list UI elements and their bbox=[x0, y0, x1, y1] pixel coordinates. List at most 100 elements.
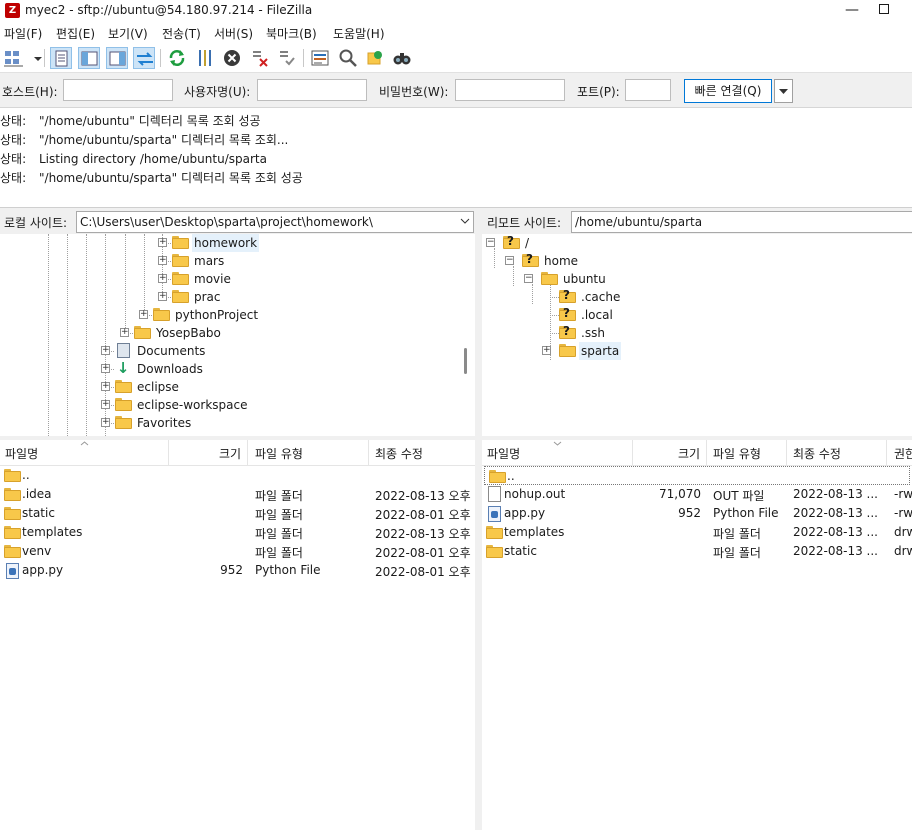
folder-icon bbox=[489, 470, 506, 483]
cell-perm: drw bbox=[894, 525, 912, 539]
expand-icon[interactable]: + bbox=[158, 292, 167, 301]
tree-item-sparta[interactable]: sparta bbox=[579, 342, 622, 360]
tree-item-ssh[interactable]: .ssh bbox=[579, 324, 607, 342]
file-icon bbox=[488, 486, 501, 502]
expand-icon[interactable]: + bbox=[101, 364, 110, 373]
menu-bookmarks[interactable]: 북마크(B) bbox=[266, 25, 317, 42]
expand-icon[interactable]: + bbox=[139, 310, 148, 319]
tree-item-pythonproject[interactable]: pythonProject bbox=[173, 306, 260, 324]
site-manager-icon[interactable] bbox=[3, 47, 25, 69]
compare-icon[interactable] bbox=[391, 47, 413, 69]
expand-icon[interactable]: + bbox=[101, 382, 110, 391]
tree-item-eclipse[interactable]: eclipse bbox=[135, 378, 181, 396]
local-path-input[interactable]: C:\Users\user\Desktop\sparta\project\hom… bbox=[76, 211, 474, 233]
col-type[interactable]: 파일 유형 bbox=[713, 445, 761, 462]
col-type[interactable]: 파일 유형 bbox=[255, 445, 303, 462]
cancel-icon[interactable] bbox=[221, 47, 243, 69]
host-input[interactable] bbox=[63, 79, 173, 101]
toggle-remote-tree-icon[interactable] bbox=[106, 47, 128, 69]
quickconnect-button[interactable]: 빠른 연결(Q) bbox=[684, 79, 772, 103]
toggle-local-tree-icon[interactable] bbox=[78, 47, 100, 69]
collapse-icon[interactable]: − bbox=[486, 238, 495, 247]
tree-item-root[interactable]: / bbox=[523, 234, 531, 252]
expand-icon[interactable]: + bbox=[158, 274, 167, 283]
filter-icon[interactable] bbox=[309, 47, 331, 69]
minimize-icon[interactable]: — bbox=[842, 2, 862, 20]
col-modified[interactable]: 최종 수정 bbox=[375, 445, 423, 462]
cell-type: Python File bbox=[713, 506, 779, 520]
col-filename[interactable]: 파일명 bbox=[5, 445, 38, 462]
file-row[interactable]: app.py 952 Python File 2022-08-13 ... -rw bbox=[482, 504, 912, 523]
python-file-icon bbox=[488, 506, 501, 522]
menu-edit[interactable]: 편집(E) bbox=[56, 25, 95, 42]
expand-icon[interactable]: + bbox=[101, 400, 110, 409]
menu-help[interactable]: 도움말(H) bbox=[333, 25, 385, 42]
window-title: myec2 - sftp://ubuntu@54.180.97.214 - Fi… bbox=[25, 3, 313, 17]
tree-item-ubuntu[interactable]: ubuntu bbox=[561, 270, 608, 288]
tree-item-homework[interactable]: homework bbox=[192, 234, 260, 252]
unknown-folder-icon: ? bbox=[559, 324, 576, 339]
menu-transfer[interactable]: 전송(T) bbox=[162, 25, 201, 42]
search-icon[interactable] bbox=[337, 47, 359, 69]
tree-item-local[interactable]: .local bbox=[579, 306, 615, 324]
col-permissions[interactable]: 권한 bbox=[894, 445, 912, 462]
toggle-log-icon[interactable] bbox=[50, 47, 72, 69]
cell-name: .idea bbox=[22, 487, 52, 501]
file-row[interactable]: static 파일 폴더 2022-08-01 오후 bbox=[0, 504, 475, 523]
file-row[interactable]: .. bbox=[0, 466, 475, 485]
expand-icon[interactable]: + bbox=[101, 418, 110, 427]
expand-icon[interactable]: + bbox=[101, 346, 110, 355]
file-row[interactable]: .idea 파일 폴더 2022-08-13 오후 bbox=[0, 485, 475, 504]
tree-item-prac[interactable]: prac bbox=[192, 288, 223, 306]
toggle-queue-icon[interactable] bbox=[133, 47, 155, 69]
cell-name: .. bbox=[22, 468, 30, 482]
collapse-icon[interactable]: − bbox=[524, 274, 533, 283]
local-tree: + homework + mars + movie + prac + pythonProject +… bbox=[0, 234, 475, 436]
expand-icon[interactable]: + bbox=[158, 238, 167, 247]
port-input[interactable] bbox=[625, 79, 671, 101]
tree-item-favorites[interactable]: Favorites bbox=[135, 414, 193, 432]
col-modified[interactable]: 최종 수정 bbox=[793, 445, 841, 462]
refresh-icon[interactable] bbox=[166, 47, 188, 69]
col-size[interactable]: 크기 bbox=[678, 445, 700, 462]
file-row[interactable]: app.py 952 Python File 2022-08-01 오후 bbox=[0, 561, 475, 580]
expand-icon[interactable]: + bbox=[120, 328, 129, 337]
file-row[interactable]: nohup.out 71,070 OUT 파일 2022-08-13 ... -rw bbox=[482, 485, 912, 504]
maximize-icon[interactable] bbox=[878, 3, 892, 17]
col-filename[interactable]: 파일명 bbox=[487, 445, 520, 462]
menu-server[interactable]: 서버(S) bbox=[214, 25, 253, 42]
menu-view[interactable]: 보기(V) bbox=[108, 25, 148, 42]
col-size[interactable]: 크기 bbox=[219, 445, 241, 462]
reconnect-icon[interactable] bbox=[276, 47, 298, 69]
collapse-icon[interactable]: − bbox=[505, 256, 514, 265]
tree-item-mars[interactable]: mars bbox=[192, 252, 226, 270]
menu-file[interactable]: 파일(F) bbox=[4, 25, 42, 42]
file-row[interactable]: venv 파일 폴더 2022-08-01 오후 bbox=[0, 542, 475, 561]
tree-item-downloads[interactable]: Downloads bbox=[135, 360, 205, 378]
file-row[interactable]: .. bbox=[484, 466, 910, 485]
dropdown-arrow-icon[interactable] bbox=[27, 47, 42, 69]
pane-splitter[interactable] bbox=[475, 208, 482, 830]
quickconnect-dropdown-icon[interactable] bbox=[774, 79, 793, 103]
host-label: 호스트(H): bbox=[2, 85, 58, 99]
file-row[interactable]: templates 파일 폴더 2022-08-13 ... drw bbox=[482, 523, 912, 542]
expand-icon[interactable]: + bbox=[158, 256, 167, 265]
password-input[interactable] bbox=[455, 79, 565, 101]
file-row[interactable]: templates 파일 폴더 2022-08-13 오후 bbox=[0, 523, 475, 542]
username-input[interactable] bbox=[257, 79, 367, 101]
cell-type: Python File bbox=[255, 563, 321, 577]
tree-item-movie[interactable]: movie bbox=[192, 270, 233, 288]
tree-item-yosepbabo[interactable]: YosepBabo bbox=[154, 324, 223, 342]
tree-item-cache[interactable]: .cache bbox=[579, 288, 622, 306]
remote-path-input[interactable]: /home/ubuntu/sparta bbox=[571, 211, 912, 233]
process-queue-icon[interactable] bbox=[194, 47, 216, 69]
expand-icon[interactable]: + bbox=[542, 346, 551, 355]
file-row[interactable]: static 파일 폴더 2022-08-13 ... drw bbox=[482, 542, 912, 561]
cell-type: OUT 파일 bbox=[713, 489, 765, 503]
tree-item-documents[interactable]: Documents bbox=[135, 342, 207, 360]
tree-item-home[interactable]: home bbox=[542, 252, 580, 270]
folder-icon bbox=[115, 416, 132, 429]
sync-browse-icon[interactable] bbox=[364, 47, 386, 69]
tree-item-eclipse-workspace[interactable]: eclipse-workspace bbox=[135, 396, 249, 414]
disconnect-icon[interactable] bbox=[249, 47, 271, 69]
